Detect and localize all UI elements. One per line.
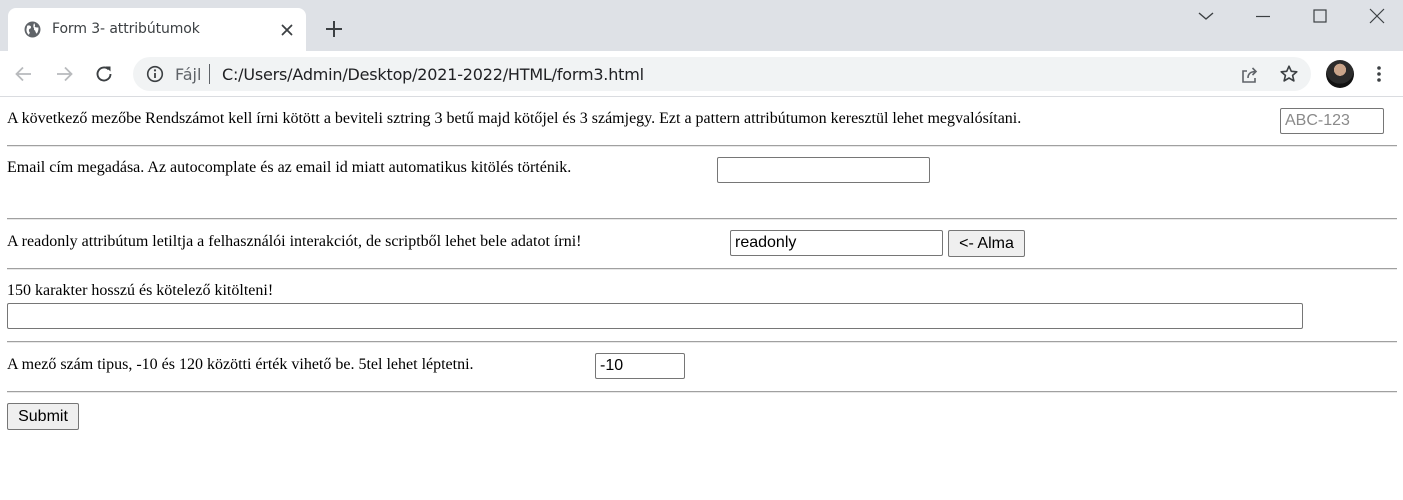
back-icon[interactable]	[13, 63, 35, 85]
tab-strip: Form 3- attribútumok	[0, 0, 1403, 51]
divider	[7, 268, 1397, 270]
window-close-icon[interactable]	[1367, 6, 1387, 26]
divider	[7, 145, 1397, 147]
forward-icon[interactable]	[53, 63, 75, 85]
file-scheme-label: Fájl	[175, 65, 202, 84]
address-separator	[209, 64, 210, 84]
address-url[interactable]: C:/Users/Admin/Desktop/2021-2022/HTML/fo…	[222, 65, 644, 84]
maximize-icon[interactable]	[1310, 6, 1330, 26]
divider	[7, 391, 1397, 393]
readonly-input[interactable]	[730, 230, 943, 256]
close-icon[interactable]	[278, 21, 296, 39]
divider	[7, 341, 1397, 343]
kebab-menu-icon[interactable]	[1370, 64, 1388, 84]
plus-icon[interactable]	[324, 19, 344, 39]
submit-button[interactable]: Submit	[7, 403, 79, 430]
avatar[interactable]	[1326, 60, 1354, 88]
required-text-input[interactable]	[7, 303, 1303, 329]
page-content: A következő mezőbe Rendszámot kell írni …	[0, 97, 1403, 500]
alma-button[interactable]: <- Alma	[948, 230, 1025, 257]
number-input[interactable]	[595, 353, 685, 379]
globe-icon	[24, 21, 41, 38]
browser-toolbar: Fájl C:/Users/Admin/Desktop/2021-2022/HT…	[0, 51, 1403, 97]
number-label: A mező szám tipus, -10 és 120 közötti ér…	[7, 356, 474, 373]
active-tab[interactable]: Form 3- attribútumok	[8, 8, 306, 51]
plate-label: A következő mezőbe Rendszámot kell írni …	[7, 110, 1022, 127]
email-input[interactable]	[717, 157, 930, 183]
share-icon[interactable]	[1239, 65, 1259, 85]
star-icon[interactable]	[1279, 64, 1299, 84]
required-text-label: 150 karakter hosszú és kötelező kitölten…	[7, 282, 274, 299]
chevron-down-icon[interactable]	[1196, 6, 1216, 26]
email-label: Email cím megadása. Az autocomplate és a…	[7, 159, 572, 176]
info-icon[interactable]	[146, 65, 164, 83]
plate-input[interactable]	[1280, 108, 1384, 134]
divider	[7, 218, 1397, 220]
tab-title: Form 3- attribútumok	[52, 21, 200, 37]
minimize-icon[interactable]	[1253, 6, 1273, 26]
address-bar[interactable]: Fájl C:/Users/Admin/Desktop/2021-2022/HT…	[133, 57, 1311, 91]
reload-icon[interactable]	[93, 63, 115, 85]
readonly-label: A readonly attribútum letiltja a felhasz…	[7, 233, 582, 250]
